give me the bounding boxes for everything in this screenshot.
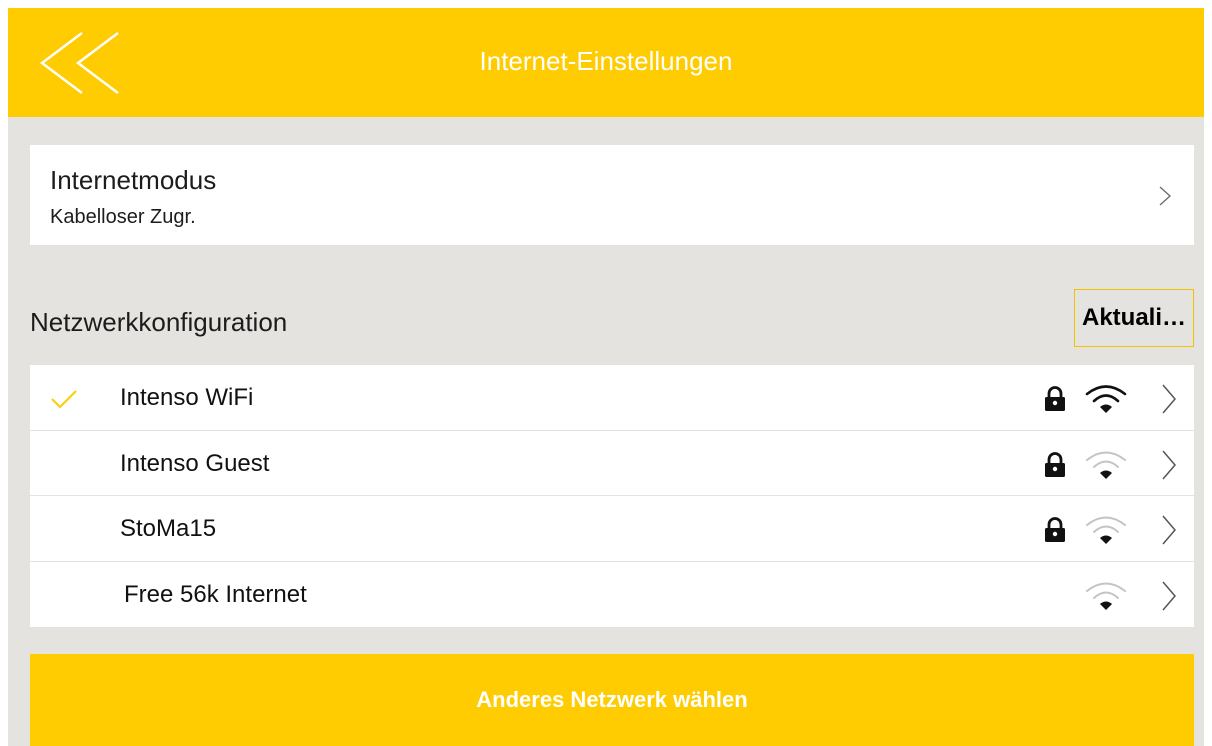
app-frame: Internet-Einstellungen Internetmodus Kab… [8,8,1204,746]
network-config-title: Netzwerkkonfiguration [30,307,288,337]
lock-icon [1045,386,1065,411]
chevron-right-icon [1162,384,1176,414]
internet-mode-label: Internetmodus [50,165,217,195]
internet-mode-value: Kabelloser Zugr. [50,206,196,228]
wifi-signal-weak-icon [1086,516,1126,544]
chevron-right-icon [1162,450,1176,479]
page-title: Internet-Einstellungen [479,46,733,76]
wifi-signal-weak-icon [1086,451,1126,479]
wifi-signal-weak-icon [1086,582,1126,610]
wifi-signal-strong-icon [1085,385,1127,413]
network-name: Free 56k Internet [124,580,307,608]
chevron-right-icon [1159,186,1172,206]
network-item-free-56k-internet[interactable]: Free 56k Internet [30,562,1194,628]
checkmark-icon [51,390,77,409]
network-list: Intenso WiFi Intenso Guest StoMa15 Free … [30,365,1194,627]
network-name: Intenso Guest [120,449,270,477]
network-name: Intenso WiFi [120,384,254,411]
lock-icon [1045,451,1065,477]
app-header: Internet-Einstellungen [8,8,1204,117]
network-item-stoma15[interactable]: StoMa15 [30,496,1194,562]
network-item-intenso-guest[interactable]: Intenso Guest [30,431,1194,496]
network-item-intenso-wifi[interactable]: Intenso WiFi [30,365,1194,431]
chevron-right-icon [1162,515,1176,545]
network-name: StoMa15 [120,515,217,542]
choose-other-network-button[interactable]: Anderes Netzwerk wählen [30,654,1194,746]
internet-mode-item[interactable]: Internetmodus Kabelloser Zugr. [30,145,1194,245]
chevron-right-icon [1162,581,1176,610]
lock-icon [1045,517,1065,542]
refresh-button[interactable]: Aktuali… [1074,289,1194,347]
